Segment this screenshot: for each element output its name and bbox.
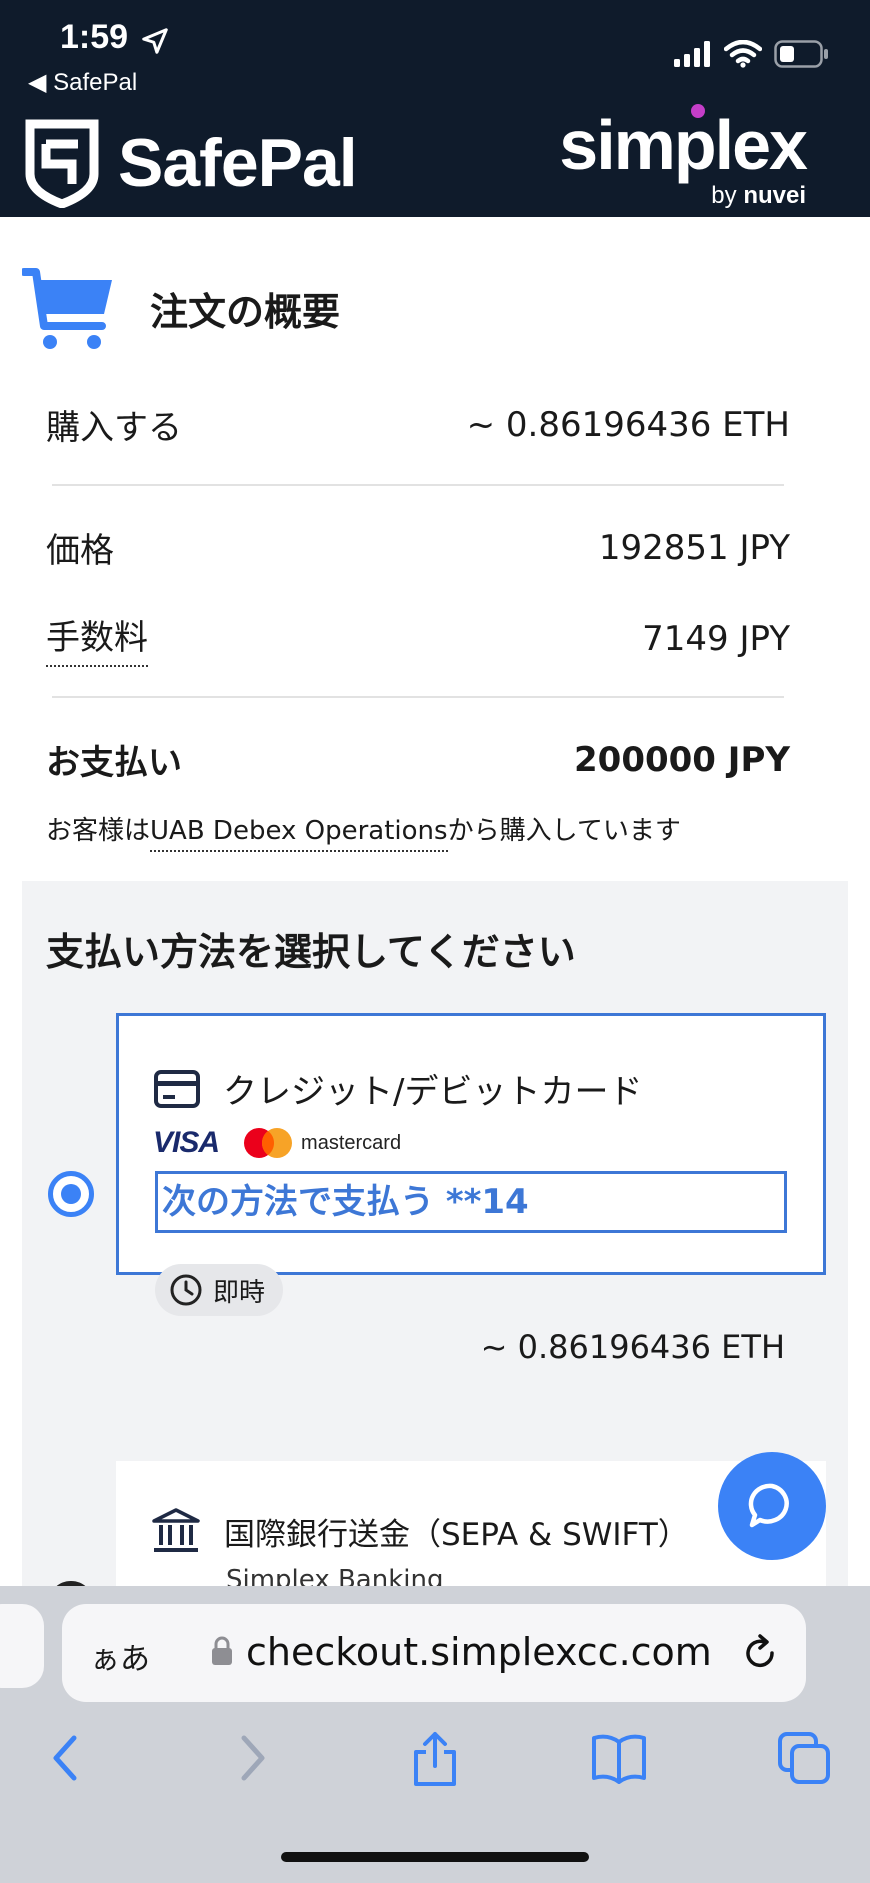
- bank-option-title: 国際銀行送金（SEPA & SWIFT）: [224, 1516, 689, 1553]
- card-option-header: クレジット/デビットカード: [153, 1064, 642, 1113]
- battery-icon: [774, 40, 828, 68]
- bookmarks-icon[interactable]: [590, 1730, 648, 1786]
- status-time: 1:59: [60, 18, 129, 56]
- pay-with-saved-card[interactable]: 次の方法で支払う **14: [155, 1171, 787, 1233]
- tabs-icon[interactable]: [776, 1730, 832, 1786]
- mastercard-circles-icon: [244, 1128, 293, 1158]
- fee-row: 手数料 7149 JPY: [46, 610, 790, 667]
- chat-bubble-icon: [748, 1483, 789, 1528]
- visa-logo: VISA: [153, 1126, 220, 1159]
- location-arrow-icon: [142, 28, 168, 54]
- order-summary-title: 注文の概要: [150, 289, 341, 334]
- home-indicator: [281, 1852, 589, 1862]
- price-label: 価格: [46, 531, 114, 571]
- simplex-logo: simplex by nuvei: [559, 104, 808, 210]
- nuvei-byline: by nuvei: [711, 182, 806, 209]
- fee-value: 7149 JPY: [642, 618, 790, 659]
- wifi-icon: [724, 40, 762, 68]
- buy-label: 購入する: [46, 408, 182, 448]
- credit-card-icon: [154, 1069, 200, 1108]
- simplex-wordmark: simplex: [559, 104, 808, 184]
- back-to-app-link[interactable]: ◀ SafePal: [28, 68, 137, 97]
- clock-icon: [170, 1274, 202, 1306]
- total-row: お支払い 200000 JPY: [46, 735, 790, 784]
- reload-icon[interactable]: [742, 1632, 780, 1672]
- merchant-notice: お客様はUAB Debex Operationsから購入しています: [46, 810, 681, 852]
- card-option-title: クレジット/デビットカード: [223, 1072, 643, 1112]
- back-icon[interactable]: [46, 1730, 86, 1786]
- forward-icon[interactable]: [232, 1730, 272, 1786]
- buy-value: ~ 0.86196436 ETH: [466, 404, 790, 445]
- lock-icon: [212, 1636, 232, 1665]
- reader-options-button[interactable]: ぁあ: [90, 1634, 150, 1678]
- previous-tab-preview[interactable]: [0, 1604, 44, 1688]
- chat-button[interactable]: [718, 1452, 826, 1560]
- bank-icon: [152, 1508, 200, 1552]
- browser-toolbar: ぁあ checkout.simplexcc.com: [0, 1586, 870, 1883]
- signal-icon: [674, 41, 710, 67]
- card-payment-option[interactable]: クレジット/デビットカード VISA mastercard 次の方法で支払う *…: [116, 1013, 826, 1366]
- total-value: 200000 JPY: [574, 739, 790, 780]
- card-option-radio[interactable]: [48, 1171, 94, 1217]
- divider: [52, 484, 784, 486]
- total-label: お支払い: [46, 743, 182, 783]
- merchant-link[interactable]: UAB Debex Operations: [150, 816, 448, 852]
- bank-option-header: 国際銀行送金（SEPA & SWIFT）: [150, 1507, 689, 1555]
- payment-method-title: 支払い方法を選択してください: [46, 930, 576, 974]
- shopping-cart-icon: [22, 268, 112, 349]
- order-summary-header: 注文の概要: [22, 262, 340, 354]
- safepal-logo: SafePal: [22, 118, 358, 208]
- card-brand-logos: VISA mastercard: [153, 1126, 401, 1160]
- price-value: 192851 JPY: [598, 527, 790, 568]
- instant-speed-badge: 即時: [155, 1264, 284, 1316]
- mastercard-logo: mastercard: [243, 1127, 401, 1159]
- share-icon[interactable]: [410, 1730, 460, 1788]
- price-row: 価格 192851 JPY: [46, 523, 790, 572]
- url-text: checkout.simplexcc.com: [246, 1630, 712, 1674]
- address-bar[interactable]: ぁあ checkout.simplexcc.com: [62, 1604, 806, 1702]
- fee-label[interactable]: 手数料: [46, 610, 148, 667]
- card-option-amount: ~ 0.86196436 ETH: [480, 1328, 785, 1366]
- safepal-wordmark: SafePal: [118, 125, 358, 201]
- divider: [52, 696, 784, 698]
- safepal-shield-icon: [25, 119, 99, 208]
- status-icons: [674, 40, 830, 68]
- app-header: 1:59 ◀ SafePal SafePal simplex by nuvei: [0, 0, 870, 217]
- buy-row: 購入する ~ 0.86196436 ETH: [46, 400, 790, 449]
